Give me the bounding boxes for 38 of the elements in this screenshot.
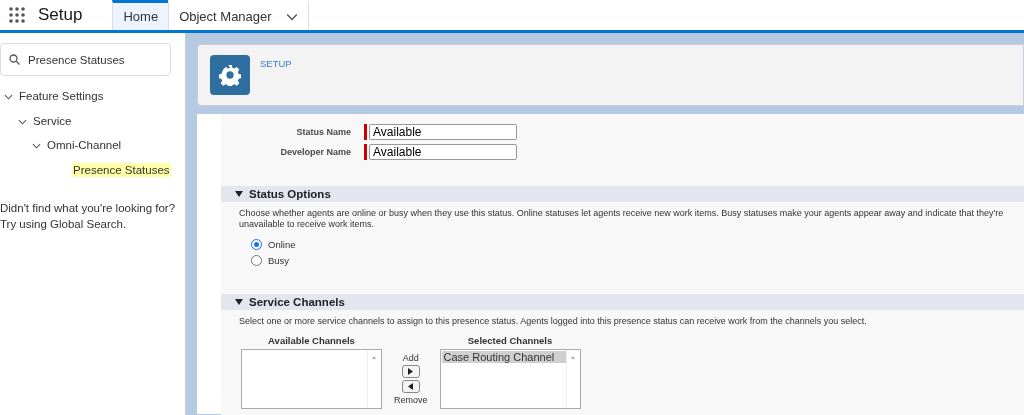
tree-item[interactable]: Service bbox=[33, 114, 72, 127]
text-field[interactable]: Available bbox=[369, 144, 517, 160]
description-text: Select one or more service channels to assign to this presence status. Agents logged into this presence status can receive work from the channels you select. bbox=[238, 315, 868, 327]
triangle-left-icon bbox=[408, 383, 414, 390]
radio-label: Busy bbox=[268, 254, 290, 266]
list-option[interactable]: Case Routing Channel bbox=[441, 351, 566, 363]
field-label: Developer Name bbox=[279, 147, 352, 157]
help-text: Try using Global Search. bbox=[0, 217, 128, 232]
radio-button[interactable] bbox=[251, 254, 262, 266]
list-title: Selected Channels bbox=[467, 335, 553, 346]
tree-item[interactable]: Feature Settings bbox=[19, 90, 104, 103]
search-field[interactable]: Presence Statuses bbox=[0, 43, 171, 76]
breadcrumb-label: SETUP bbox=[260, 57, 292, 71]
radio-button[interactable] bbox=[251, 238, 262, 250]
nav-tab[interactable]: Object Manager bbox=[168, 0, 309, 30]
search-icon bbox=[9, 54, 20, 65]
radio-label: Online bbox=[268, 238, 296, 250]
remove-button[interactable] bbox=[401, 380, 420, 393]
app-launcher-icon[interactable] bbox=[8, 6, 26, 24]
tree-item[interactable]: Omni-Channel bbox=[47, 139, 122, 152]
description-text: Choose whether agents are online or busy when they use this status. Online statuses let agents receive new work items. Busy statuses make your agents appear away and indicate that they're unavailable to receive work items. bbox=[238, 207, 1005, 230]
list-title: Available Channels bbox=[268, 335, 355, 346]
section-header[interactable]: Status Options bbox=[221, 186, 1024, 202]
text-field[interactable]: Available bbox=[369, 124, 517, 140]
help-text: Didn't find what you're looking for? bbox=[0, 201, 177, 216]
gear-icon bbox=[210, 55, 250, 95]
tree-item[interactable]: Presence Statuses bbox=[72, 162, 171, 177]
field-label: Status Name bbox=[295, 127, 352, 137]
section-header[interactable]: Service Channels bbox=[221, 294, 1024, 310]
remove-label: Remove bbox=[394, 395, 428, 405]
channel-list[interactable]: Case Routing Channel bbox=[439, 349, 581, 409]
add-label: Add bbox=[402, 353, 419, 363]
triangle-down-icon[interactable] bbox=[235, 191, 243, 197]
nav-tab[interactable]: Home bbox=[112, 0, 169, 30]
app-title: Setup bbox=[38, 4, 84, 26]
triangle-down-icon[interactable] bbox=[235, 299, 243, 305]
add-button[interactable] bbox=[401, 365, 420, 378]
triangle-right-icon bbox=[408, 368, 414, 375]
